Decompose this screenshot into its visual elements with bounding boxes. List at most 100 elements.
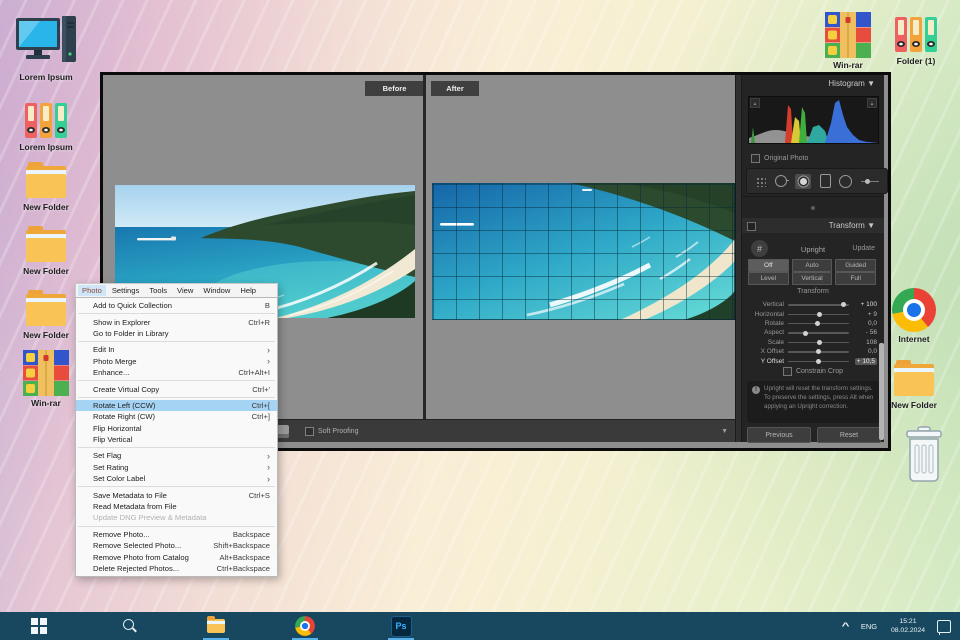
upright-level-button[interactable]: Level: [748, 272, 789, 285]
desktop-icon-label: Win-rar: [833, 60, 863, 70]
soft-proofing-checkbox[interactable]: [305, 426, 314, 436]
transform-section-label: Transform: [797, 288, 829, 295]
submenu-arrow-icon: [267, 462, 270, 472]
info-icon: !: [752, 386, 760, 394]
menu-item-remove-photo-from-catalog[interactable]: Remove Photo from Catalog Alt+Backspace: [76, 551, 277, 562]
menu-item-set-flag[interactable]: Set Flag: [76, 450, 277, 461]
y-offset-slider[interactable]: [788, 357, 849, 366]
taskbar-chrome[interactable]: [292, 612, 318, 640]
desktop-icon-winrar[interactable]: Win-rar: [8, 350, 84, 408]
radial-filter-icon[interactable]: [839, 174, 853, 188]
crop-tool-icon[interactable]: [774, 175, 789, 187]
submenu-arrow-icon: [267, 356, 270, 366]
reset-button[interactable]: Reset: [817, 427, 881, 443]
after-photo[interactable]: [432, 183, 735, 320]
x-offset-slider[interactable]: [788, 347, 849, 356]
menu-item-set-color-label[interactable]: Set Color Label: [76, 473, 277, 484]
menu-item-flip-horizontal[interactable]: Flip Horizontal: [76, 423, 277, 434]
vertical-slider[interactable]: [788, 300, 849, 309]
upright-guided-button[interactable]: Guided: [835, 259, 877, 272]
menu-item-remove-selected-photo[interactable]: Remove Selected Photo... Shift+Backspace: [76, 540, 277, 551]
shadow-clipping-indicator[interactable]: ▲: [750, 98, 760, 108]
menu-item-remove-photo[interactable]: Remove Photo... Backspace: [76, 529, 277, 540]
upright-update-button[interactable]: Update: [852, 245, 875, 252]
notification-icon: [937, 619, 951, 635]
menu-view[interactable]: View: [173, 285, 197, 296]
language-indicator[interactable]: ENG: [856, 612, 882, 640]
taskbar-photoshop[interactable]: Ps: [388, 612, 414, 640]
binders-icon: [8, 100, 84, 140]
upright-full-button[interactable]: Full: [835, 272, 877, 285]
desktop-icon-folder-a[interactable]: New Folder: [8, 160, 84, 212]
windows-logo-icon: [31, 618, 47, 634]
menu-item-delete-rejected-photos[interactable]: Delete Rejected Photos... Ctrl+Backspace: [76, 563, 277, 574]
taskbar: Ps ^ ENG 15:21 08.02.2024: [0, 612, 960, 640]
menu-settings[interactable]: Settings: [108, 285, 143, 296]
menu-item-read-metadata-from-file[interactable]: Read Metadata from File: [76, 501, 277, 512]
taskbar-clock[interactable]: 15:21 08.02.2024: [884, 612, 932, 640]
soft-proofing-label: Soft Proofing: [318, 427, 359, 435]
menu-separator: [78, 486, 275, 488]
menu-item-create-virtual-copy[interactable]: Create Virtual Copy Ctrl+': [76, 383, 277, 394]
transform-panel-header[interactable]: Transform ▼: [742, 218, 884, 233]
start-button[interactable]: [28, 612, 50, 640]
original-photo-checkbox[interactable]: [751, 154, 760, 163]
highlight-clipping-indicator[interactable]: ▲: [867, 98, 877, 108]
panel-switch-icon[interactable]: [747, 222, 756, 231]
menu-item-save-metadata-to-file[interactable]: Save Metadata to File Ctrl+S: [76, 489, 277, 500]
desktop-icon-winrar-top[interactable]: Win-rar: [810, 12, 886, 70]
scale-slider[interactable]: [788, 338, 849, 347]
desktop-icon-binders[interactable]: Lorem Ipsum: [8, 100, 84, 152]
menu-item-photo-merge[interactable]: Photo Merge: [76, 356, 277, 367]
notification-center-button[interactable]: [934, 612, 954, 640]
menu-item-add-to-quick-collection[interactable]: Add to Quick Collection B: [76, 300, 277, 311]
develop-tool-strip: [746, 168, 888, 194]
search-icon: [121, 618, 137, 634]
upright-auto-button[interactable]: Auto: [791, 259, 833, 272]
rotate-slider[interactable]: [788, 319, 849, 328]
tray-expand-button[interactable]: ^: [838, 612, 854, 640]
menu-item-go-to-folder-in-library[interactable]: Go to Folder in Library: [76, 328, 277, 339]
desktop-icon-folder-c[interactable]: New Folder: [8, 288, 84, 340]
winrar-icon: [810, 12, 886, 58]
menu-photo[interactable]: Photo: [78, 285, 106, 296]
slider-row-scale: Scale 108: [767, 338, 877, 347]
menu-item-rotate-right-cw[interactable]: Rotate Right (CW) Ctrl+]: [76, 411, 277, 422]
desktop-icon-folder-top[interactable]: Folder (1): [878, 14, 954, 66]
panel-splitter[interactable]: [735, 75, 742, 442]
menu-item-set-rating[interactable]: Set Rating: [76, 462, 277, 473]
adjustment-slider-icon[interactable]: [860, 177, 879, 185]
previous-button[interactable]: Previous: [747, 427, 811, 443]
aspect-slider[interactable]: [788, 328, 849, 337]
constrain-crop-checkbox[interactable]: [782, 367, 792, 376]
desktop-icon-trash[interactable]: [886, 426, 960, 484]
desktop-icon-computer[interactable]: Lorem Ipsum: [8, 14, 84, 82]
menu-window[interactable]: Window: [199, 285, 234, 296]
folder-icon: [8, 160, 84, 200]
menu-item-enhance[interactable]: Enhance... Ctrl+Alt+I: [76, 367, 277, 378]
menu-tools[interactable]: Tools: [145, 285, 171, 296]
grid-overlay-icon[interactable]: [755, 175, 767, 187]
menu-item-flip-vertical[interactable]: Flip Vertical: [76, 434, 277, 445]
spot-removal-tool-icon[interactable]: [795, 173, 812, 189]
menu-item-show-in-explorer[interactable]: Show in Explorer Ctrl+R: [76, 316, 277, 327]
toolbar-caret-icon[interactable]: ▼: [721, 428, 728, 435]
panel-scrollbar[interactable]: [879, 343, 884, 440]
upright-vertical-button[interactable]: Vertical: [791, 272, 833, 285]
submenu-arrow-icon: [267, 451, 270, 461]
horizontal-slider[interactable]: [788, 310, 849, 319]
upright-off-button[interactable]: Off: [748, 259, 789, 272]
menu-separator: [78, 396, 275, 398]
taskbar-search-button[interactable]: [118, 612, 140, 640]
menu-item-rotate-left-ccw[interactable]: Rotate Left (CCW) Ctrl+[: [76, 399, 277, 412]
menu-help[interactable]: Help: [236, 285, 260, 296]
photoshop-icon: Ps: [390, 615, 412, 637]
histogram-panel-header[interactable]: Histogram ▼: [828, 79, 875, 88]
desktop-icon-folder-b[interactable]: New Folder: [8, 224, 84, 276]
collapsed-panel[interactable]: [742, 196, 884, 219]
histogram[interactable]: ▲ ▲: [748, 96, 879, 144]
menu-separator: [78, 525, 275, 527]
menu-item-edit-in[interactable]: Edit In: [76, 344, 277, 355]
taskbar-file-explorer[interactable]: [203, 612, 229, 640]
graduated-filter-icon[interactable]: [819, 174, 831, 188]
